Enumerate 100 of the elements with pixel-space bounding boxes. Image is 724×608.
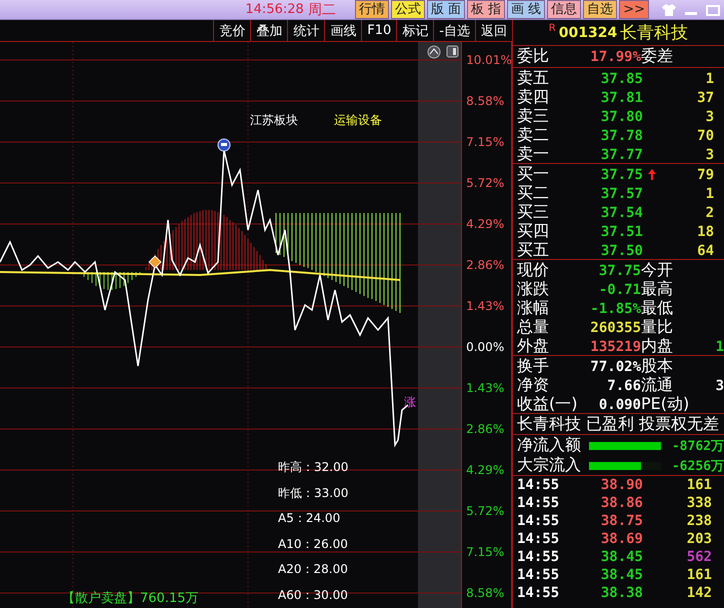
menu-button[interactable]: >> [619, 0, 649, 19]
stat-text: A5：24.00 [278, 510, 340, 527]
axis-label: 5.72% [465, 175, 506, 191]
weekday: 周二 [308, 0, 336, 18]
quote-label: PE(动) [641, 394, 690, 415]
quote-label: 今开 [641, 260, 673, 280]
quote-value: 135219 [589, 338, 641, 354]
quote-value: 17.99% [589, 48, 641, 64]
axis-label: 2.86% [465, 257, 506, 273]
axis-label: 7.15% [465, 544, 506, 560]
order-volume: 37 [696, 90, 715, 106]
tick-price: 38.69 [600, 531, 643, 547]
retail-sell-text: 【散户卖盘】760.15万 [62, 590, 198, 607]
order-label: 卖五 [517, 68, 550, 88]
menu-button[interactable]: 自选 [583, 0, 618, 19]
order-price: 37.51 [600, 224, 643, 240]
clock: 14:56:28 [245, 2, 304, 17]
toolbar-item[interactable]: 叠加 [250, 20, 288, 41]
toolbar-item[interactable]: 返回 [475, 20, 512, 41]
order-volume: 1 [704, 186, 715, 202]
tick-time: 14:55 [517, 477, 560, 493]
shirt-icon[interactable] [662, 4, 676, 16]
order-volume: 70 [696, 128, 715, 144]
order-price: 37.50 [600, 242, 643, 258]
tick-volume: 338 [686, 495, 713, 511]
tick-price: 38.90 [600, 477, 643, 493]
toolbar-item[interactable]: -自选 [433, 20, 475, 41]
order-price: 37.57 [600, 186, 643, 202]
order-label: 卖一 [517, 144, 550, 165]
order-price: 37.80 [600, 108, 643, 124]
tick-volume: 161 [686, 477, 713, 493]
menu-button[interactable]: 信息 [547, 0, 582, 19]
quote-label: 最低 [641, 298, 673, 318]
quote-value: 77.02% [589, 358, 641, 374]
toolbar-item[interactable]: 标记 [396, 20, 434, 41]
tick-time: 14:55 [517, 531, 560, 547]
restore-icon[interactable] [706, 4, 720, 16]
order-label: 买四 [517, 221, 550, 242]
quote-label: 净资 [517, 375, 550, 396]
order-price: 37.75 [600, 166, 643, 182]
quote-label: 最高 [641, 279, 673, 300]
order-label: 买五 [517, 240, 550, 261]
quote-label: 现价 [517, 260, 550, 281]
order-label: 买三 [517, 202, 550, 223]
menu-button[interactable]: 行情 [354, 0, 389, 19]
menu-button[interactable]: 版 面 [426, 0, 465, 19]
axis-label: 4.29% [465, 216, 506, 232]
tick-time: 14:55 [517, 567, 560, 583]
tick-price: 38.45 [600, 549, 643, 565]
menu-button[interactable]: 公式 [390, 0, 425, 19]
flow-label: 大宗流入 [517, 455, 582, 476]
axis-label: 1.43% [465, 298, 506, 314]
stock-name: 长青科技 [620, 22, 688, 44]
menu-button[interactable]: 板 指 [466, 0, 506, 19]
stat-text: A10：26.00 [278, 536, 348, 552]
axis-label: 4.29% [465, 462, 506, 478]
stat-text: A60：30.00 [278, 586, 348, 604]
rise-mark: 涨 [404, 394, 416, 411]
tick-price: 38.45 [600, 567, 643, 583]
toolbar-item[interactable]: F10 [361, 20, 396, 41]
flow-label: 净流入额 [517, 435, 582, 456]
order-volume: 18 [696, 224, 715, 240]
event-marker-icon [218, 138, 230, 152]
toolbar-item[interactable]: 竞价 [213, 20, 250, 41]
up-arrow-icon [648, 169, 656, 180]
stat-text: A20：28.00 [278, 561, 348, 578]
quote-label: 总量 [517, 317, 550, 338]
quote-label: 委差 [641, 46, 674, 67]
quote-label: 内盘 [641, 336, 673, 357]
axis-label: 8.58% [465, 93, 506, 109]
quote-label: 收益(一) [517, 394, 578, 415]
axis-label: 2.86% [465, 421, 506, 437]
order-label: 卖四 [517, 87, 550, 108]
quote-value: 37.75 [598, 262, 641, 278]
menu-button[interactable]: 画 线 [507, 0, 546, 19]
stat-text: 昨高：32.00 [278, 459, 348, 476]
order-volume: 64 [696, 242, 715, 258]
quote-value: 3 [716, 378, 724, 394]
toolbar-item[interactable]: 画线 [324, 20, 362, 41]
order-volume: 1 [704, 70, 715, 86]
quote-value: -1.85% [589, 300, 641, 316]
toolbar-item[interactable]: 统计 [287, 20, 324, 41]
sector-label: 运输设备 [334, 112, 382, 129]
axis-label: 7.15% [465, 134, 506, 150]
tick-time: 14:55 [517, 549, 560, 565]
quote-label: 外盘 [517, 336, 550, 357]
tags-text: 长青科技 已盈利 投票权无差 [517, 414, 720, 435]
order-label: 卖二 [517, 125, 550, 146]
order-price: 37.85 [600, 70, 643, 86]
panel-toggle-icon[interactable] [446, 46, 458, 58]
axis-label: 8.58% [465, 585, 506, 601]
quote-value: 7.66 [606, 378, 641, 394]
quote-label: 流通 [641, 375, 673, 396]
quote-label: 委比 [517, 46, 550, 67]
stock-code: 001324 [558, 24, 618, 40]
order-volume: 3 [704, 108, 715, 124]
order-volume: 79 [696, 166, 715, 182]
quote-label: 股本 [641, 356, 673, 376]
order-price: 37.77 [600, 146, 643, 162]
flag-text: R [548, 23, 556, 34]
